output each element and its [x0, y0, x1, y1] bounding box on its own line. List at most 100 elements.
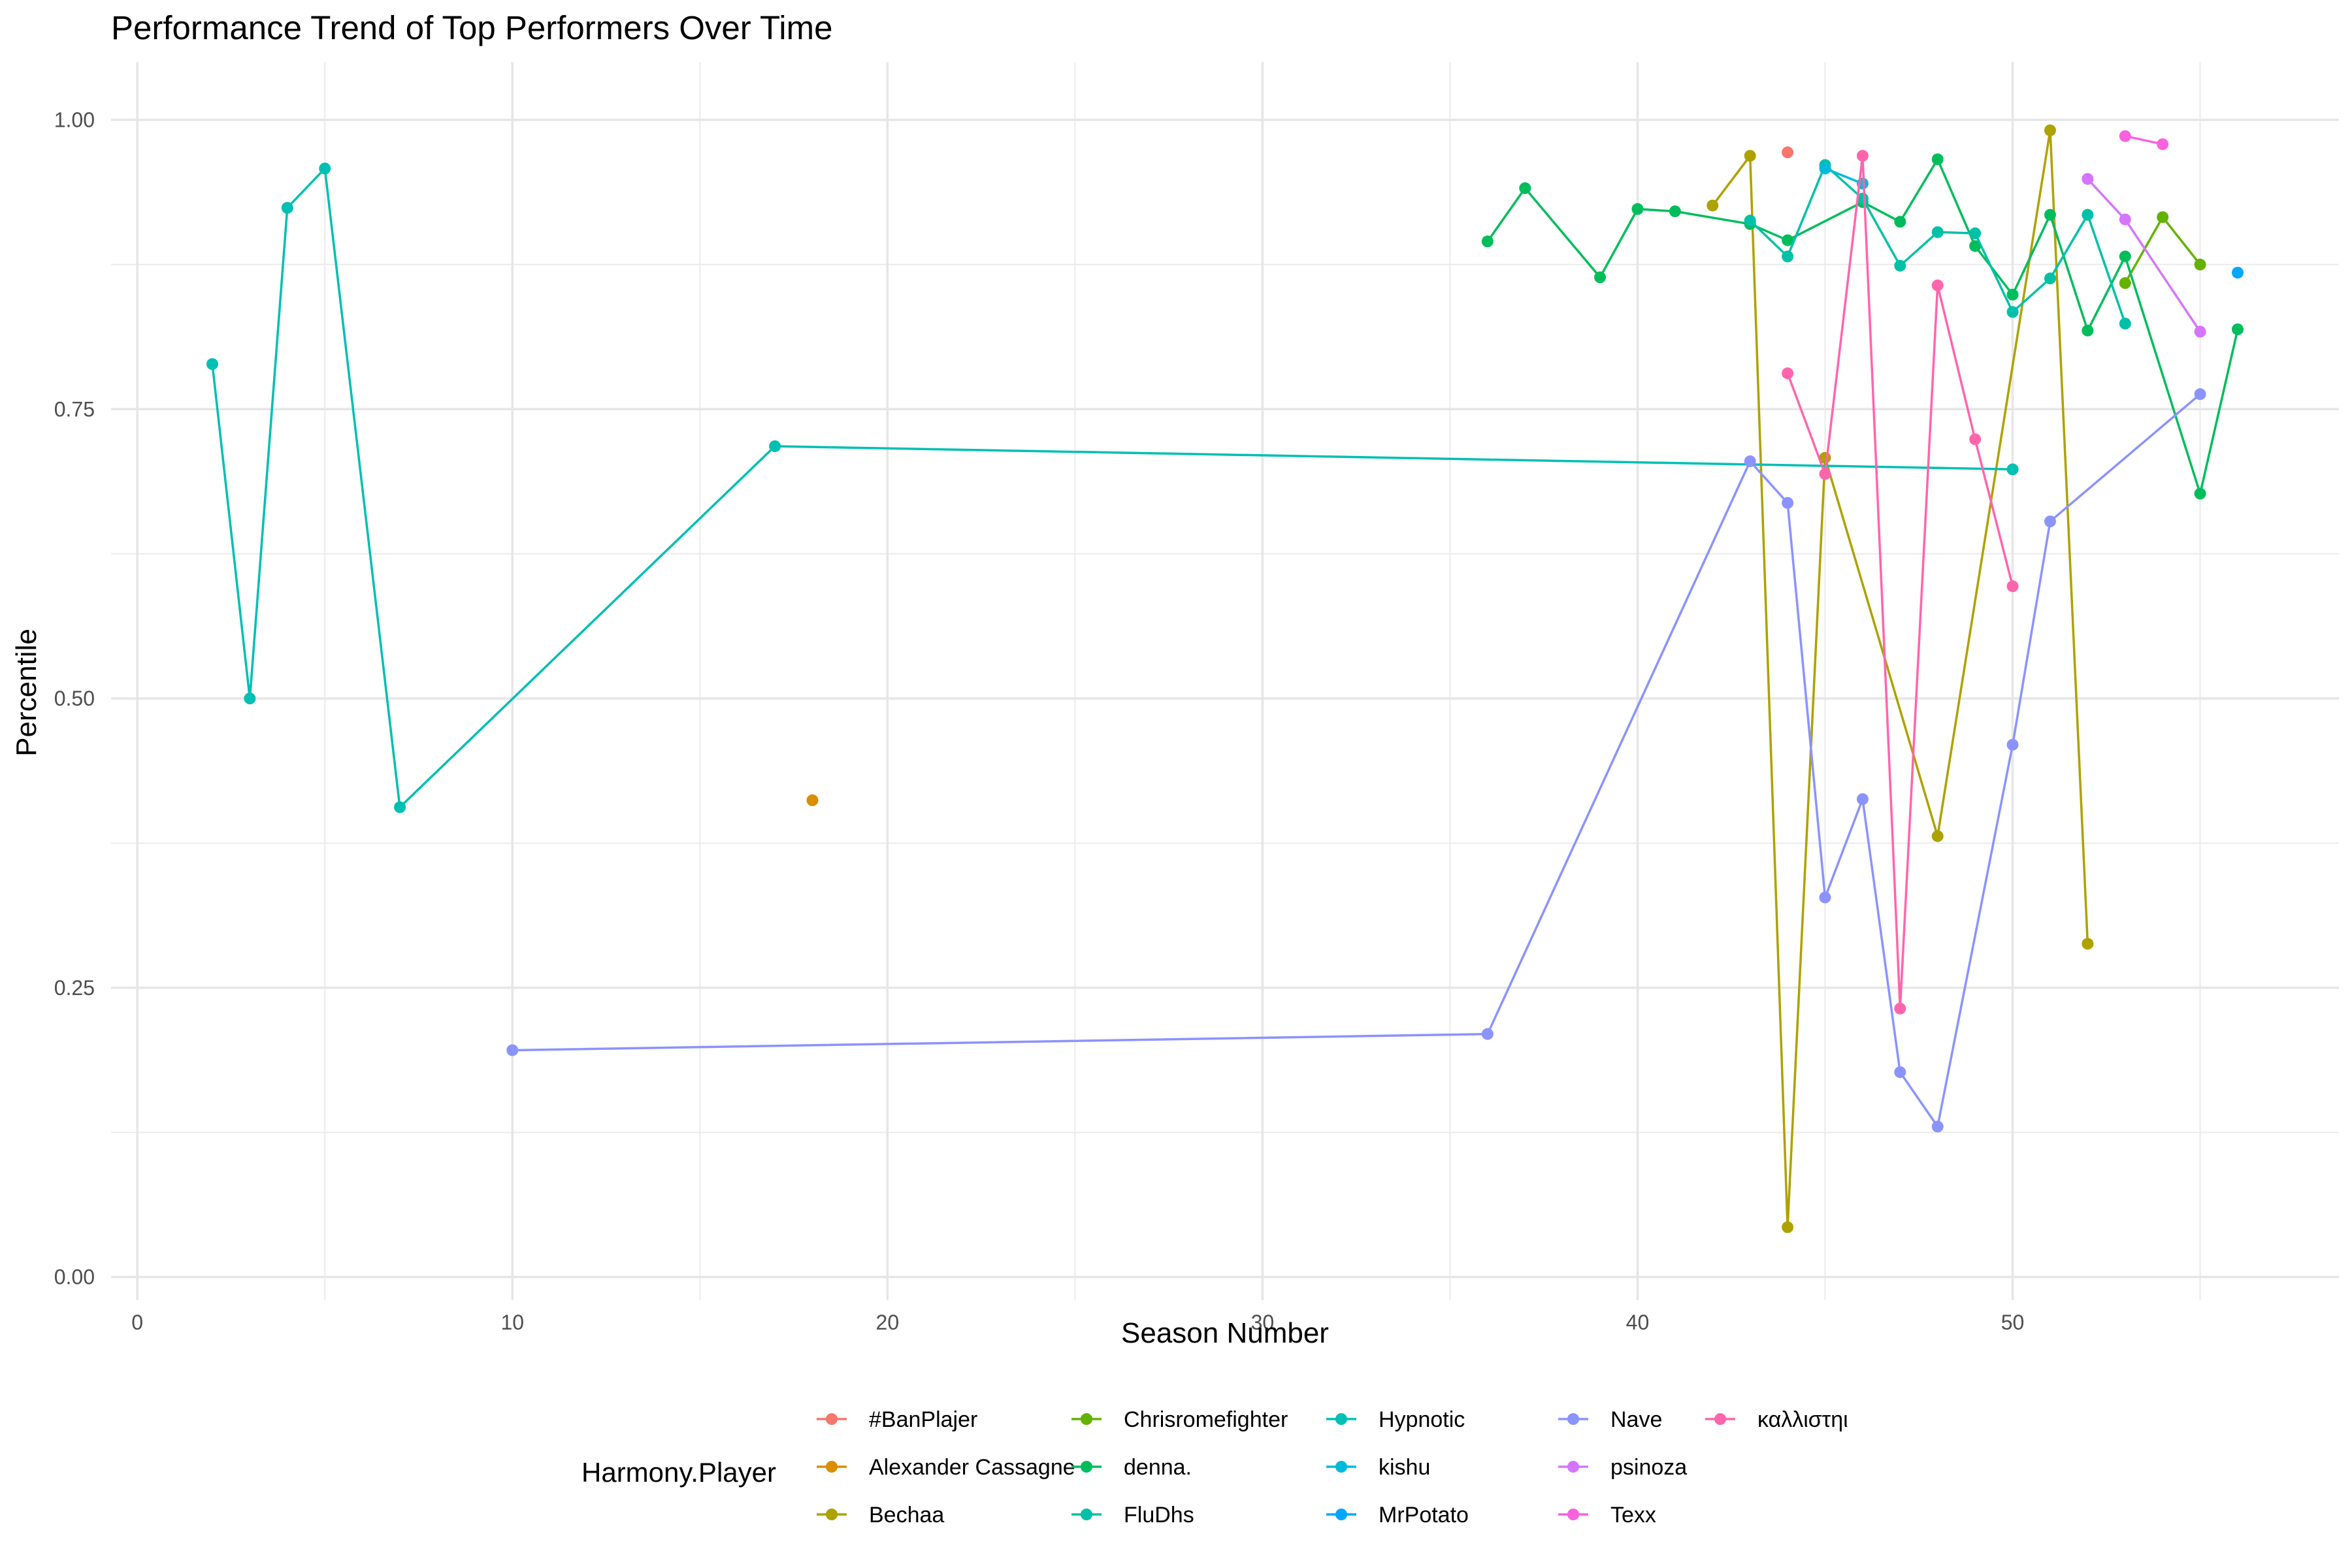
data-point: [394, 801, 406, 813]
data-point: [2006, 580, 2019, 593]
legend-key-point: [1081, 1413, 1092, 1425]
data-point: [2194, 388, 2206, 400]
data-point: [281, 202, 293, 214]
data-point: [2006, 288, 2019, 301]
data-point: [319, 162, 331, 174]
data-point: [1631, 203, 1644, 215]
data-point: [769, 440, 781, 452]
x-tick-label: 0: [131, 1311, 143, 1334]
data-point: [1669, 205, 1681, 218]
legend-label: Texx: [1610, 1503, 1656, 1527]
data-point: [1931, 830, 1944, 842]
legend-key-point: [1335, 1461, 1347, 1473]
data-point: [2232, 323, 2244, 336]
data-point: [2194, 258, 2206, 270]
data-point: [2082, 324, 2094, 336]
series-group: [1782, 146, 1794, 159]
x-tick-label: 20: [876, 1311, 900, 1334]
data-point: [1782, 497, 1794, 509]
legend-key-point: [1081, 1461, 1092, 1473]
data-point: [2194, 325, 2206, 338]
legend-key-point: [1081, 1509, 1092, 1520]
data-point: [1819, 891, 1831, 904]
data-point: [244, 693, 256, 705]
y-tick-label: 0.00: [54, 1266, 95, 1289]
legend-label: καλλιστηι: [1757, 1407, 1848, 1432]
data-point: [1707, 199, 1719, 212]
legend-key-point: [826, 1509, 838, 1520]
chart-title: Performance Trend of Top Performers Over…: [111, 9, 832, 46]
data-point: [2006, 463, 2019, 476]
legend-label: Nave: [1610, 1407, 1662, 1432]
legend-label: denna.: [1124, 1455, 1192, 1480]
x-tick-label: 50: [2001, 1311, 2025, 1334]
data-point: [1782, 1221, 1794, 1233]
legend-label: MrPotato: [1379, 1503, 1469, 1527]
legend-label: kishu: [1379, 1455, 1430, 1480]
legend-key-point: [1567, 1461, 1579, 1473]
legend-key-point: [1714, 1413, 1726, 1425]
y-tick-label: 0.50: [54, 687, 95, 710]
legend-label: Alexander Cassagne: [869, 1455, 1075, 1480]
data-point: [1819, 468, 1831, 480]
data-point: [1856, 793, 1869, 806]
y-tick-label: 0.75: [54, 397, 95, 421]
data-point: [206, 358, 218, 370]
series-group: [806, 794, 819, 806]
data-point: [2044, 515, 2056, 528]
data-point: [2157, 211, 2169, 223]
legend-key-point: [1335, 1509, 1347, 1520]
legend-label: Chrisromefighter: [1124, 1407, 1288, 1432]
data-point: [1782, 250, 1794, 263]
data-point: [1782, 146, 1794, 159]
data-point: [2119, 318, 2131, 330]
data-point: [2194, 487, 2206, 500]
legend-label: Bechaa: [869, 1503, 944, 1527]
data-point: [1894, 1066, 1906, 1079]
legend-key-point: [1567, 1509, 1579, 1520]
y-tick-label: 1.00: [54, 108, 95, 132]
y-axis-title: Percentile: [10, 629, 42, 757]
legend-key-point: [826, 1413, 838, 1425]
data-point: [1969, 433, 1982, 446]
series-group: [2232, 267, 2244, 279]
data-point: [1744, 214, 1756, 227]
legend-key-point: [1335, 1413, 1347, 1425]
data-point: [506, 1044, 519, 1056]
x-tick-label: 10: [500, 1311, 524, 1334]
data-point: [1744, 150, 1756, 162]
data-point: [1856, 150, 1869, 162]
data-point: [2157, 138, 2169, 150]
data-point: [2082, 208, 2094, 221]
legend-key-point: [1567, 1413, 1579, 1425]
legend-title: Harmony.Player: [581, 1457, 776, 1488]
data-point: [2006, 306, 2019, 318]
data-point: [1931, 279, 1944, 291]
data-point: [2119, 277, 2131, 289]
data-point: [1744, 455, 1756, 468]
chart: Performance Trend of Top Performers Over…: [0, 0, 2352, 1568]
data-point: [1894, 1002, 1906, 1015]
data-point: [1481, 1028, 1494, 1040]
data-point: [1481, 235, 1494, 248]
data-point: [2082, 938, 2094, 950]
data-point: [2006, 738, 2019, 751]
data-point: [1894, 259, 1906, 272]
data-point: [1931, 226, 1944, 238]
legend-label: #BanPlajer: [869, 1407, 977, 1432]
legend-key-point: [826, 1461, 838, 1473]
data-point: [806, 794, 819, 806]
data-point: [1894, 216, 1906, 228]
data-point: [1519, 182, 1531, 195]
data-point: [2044, 124, 2056, 137]
data-point: [1594, 271, 1607, 284]
x-tick-label: 40: [1626, 1311, 1650, 1334]
data-point: [1782, 367, 1794, 380]
data-point: [2119, 213, 2131, 225]
data-point: [1931, 153, 1944, 165]
x-axis-title: Season Number: [1121, 1317, 1329, 1349]
data-point: [2232, 267, 2244, 279]
data-point: [2082, 172, 2094, 185]
data-point: [1969, 227, 1982, 240]
y-tick-label: 0.25: [54, 976, 95, 1000]
